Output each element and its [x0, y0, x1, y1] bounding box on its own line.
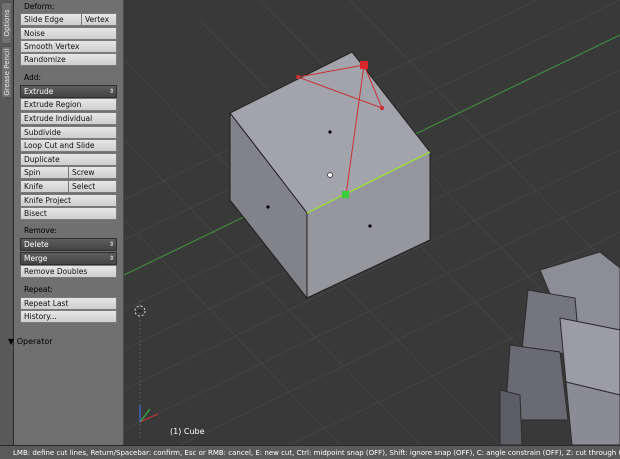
merge-menu[interactable]: Merge ⇕ [20, 252, 117, 265]
remove-label: Remove: [24, 226, 57, 235]
tool-shelf: Deform: Slide Edge Vertex Noise Smooth V… [14, 0, 124, 445]
knife-project-button[interactable]: Knife Project [20, 194, 117, 207]
tab-grease-pencil[interactable]: Grease Pencil [1, 46, 12, 98]
subdivide-button[interactable]: Subdivide [20, 126, 117, 139]
delete-menu[interactable]: Delete ⇕ [20, 238, 117, 251]
tab-options-label: Options [2, 9, 11, 37]
cut-point-active [360, 61, 368, 69]
history-button[interactable]: History... [20, 310, 117, 323]
add-label: Add: [24, 73, 42, 82]
screw-button[interactable]: Screw [68, 166, 117, 179]
smooth-vertex-button[interactable]: Smooth Vertex [20, 40, 117, 53]
cut-snap-point [342, 191, 349, 198]
cut-point [379, 105, 385, 111]
tab-options[interactable]: Options [1, 2, 12, 44]
updown-icon: ⇕ [108, 255, 114, 262]
operator-panel-header[interactable]: ▼ Operator [8, 337, 53, 346]
cursor-vertex [327, 172, 333, 178]
randomize-button[interactable]: Randomize [20, 53, 117, 66]
face-dot [328, 130, 332, 134]
collapse-arrow-icon: ▼ [8, 337, 15, 346]
updown-icon: ⇕ [108, 241, 114, 248]
remove-doubles-button[interactable]: Remove Doubles [20, 265, 117, 278]
repeat-last-button[interactable]: Repeat Last [20, 297, 117, 310]
status-bar: LMB: define cut lines, Return/Spacebar: … [0, 445, 620, 459]
updown-icon: ⇕ [108, 88, 114, 95]
delete-menu-label: Delete [24, 240, 49, 249]
slide-edge-button[interactable]: Slide Edge [20, 13, 82, 26]
noise-button[interactable]: Noise [20, 27, 117, 40]
repeat-label: Repeat: [24, 285, 53, 294]
select-button[interactable]: Select [68, 180, 117, 193]
bisect-button[interactable]: Bisect [20, 207, 117, 220]
spin-button[interactable]: Spin [20, 166, 69, 179]
operator-label: Operator [16, 337, 53, 346]
extrude-region-button[interactable]: Extrude Region [20, 98, 117, 111]
vertex-button[interactable]: Vertex [81, 13, 117, 26]
knife-button[interactable]: Knife [20, 180, 69, 193]
face-dot [266, 205, 270, 209]
face-dot [368, 224, 372, 228]
duplicate-button[interactable]: Duplicate [20, 153, 117, 166]
3d-viewport[interactable]: (1) Cube [124, 0, 620, 445]
object-name-label: (1) Cube [170, 427, 205, 436]
deform-label: Deform: [24, 2, 55, 11]
loop-cut-button[interactable]: Loop Cut and Slide [20, 139, 117, 152]
tab-grease-pencil-label: Grease Pencil [2, 48, 11, 96]
extrude-individual-button[interactable]: Extrude Individual [20, 112, 117, 125]
extrude-menu-label: Extrude [24, 87, 54, 96]
tool-tabs: Options Grease Pencil [0, 0, 14, 445]
cut-point [295, 74, 301, 80]
extrude-menu[interactable]: Extrude ⇕ [20, 85, 117, 98]
merge-menu-label: Merge [24, 254, 48, 263]
viewport-canvas [124, 0, 620, 445]
